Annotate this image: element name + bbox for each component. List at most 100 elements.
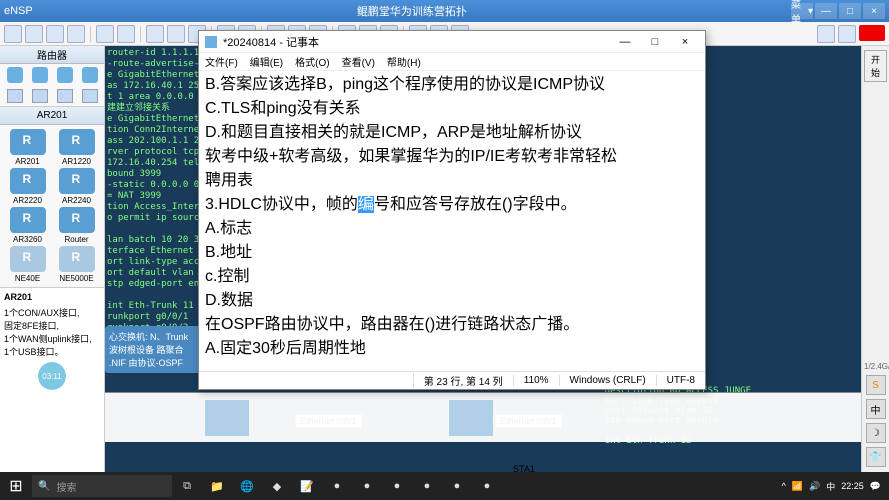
status-eol: Windows (CRLF) xyxy=(559,375,656,386)
device-sidebar: 路由器 AR201 AR201 AR1220 AR2220 AR2240 AR3… xyxy=(0,46,105,482)
desc-title: AR201 xyxy=(4,292,100,302)
status-position: 第 23 行, 第 14 列 xyxy=(413,373,513,388)
np-line: D.和题目直接相关的就是ICMP，ARP是地址解析协议 xyxy=(205,121,699,145)
tool-s-icon[interactable]: S xyxy=(866,375,886,395)
np-line: A.标志 xyxy=(205,217,699,241)
np-line: D.数据 xyxy=(205,289,699,313)
tool-moon-icon[interactable]: ☽ xyxy=(866,423,886,443)
status-zoom: 110% xyxy=(513,375,559,386)
category-cloud-icon[interactable] xyxy=(32,89,48,103)
device-note-box[interactable]: 心交换机: N、Trunk 波树根设备 路聚合 .NIF 由协议-OSPF xyxy=(105,326,201,373)
device-ar2220[interactable]: AR2220 xyxy=(4,168,51,205)
sidebar-section: AR201 xyxy=(0,107,104,125)
np-line: C.TLS和ping没有关系 xyxy=(205,97,699,121)
close-button[interactable]: × xyxy=(863,3,885,19)
menu-format[interactable]: 格式(O) xyxy=(295,54,329,69)
clock-widget: 03:11 xyxy=(38,362,66,390)
huawei-logo xyxy=(859,25,885,41)
toolbar-zoomout-icon[interactable] xyxy=(167,25,185,43)
category-firewall-icon[interactable] xyxy=(82,67,98,83)
selection: 编 xyxy=(358,196,374,213)
toolbar-help-icon[interactable] xyxy=(838,25,856,43)
menu-help[interactable]: 帮助(H) xyxy=(387,54,421,69)
np-line: c.控制 xyxy=(205,265,699,289)
notepad-menubar: 文件(F) 编辑(E) 格式(O) 查看(V) 帮助(H) xyxy=(199,53,705,71)
start-button[interactable]: ⊞ xyxy=(0,472,32,500)
maximize-button[interactable]: □ xyxy=(839,3,861,19)
device-ar201[interactable]: AR201 xyxy=(4,129,51,166)
toolbar-open-icon[interactable] xyxy=(25,25,43,43)
device-ne40e[interactable]: NE40E xyxy=(4,246,51,283)
menu-edit[interactable]: 编辑(E) xyxy=(250,54,283,69)
menu-button[interactable]: 菜单▾ xyxy=(791,3,813,19)
sidebar-header: 路由器 xyxy=(0,46,104,64)
task-app4-icon[interactable]: ● xyxy=(412,472,442,500)
toolbar-cloud-icon[interactable] xyxy=(817,25,835,43)
start-all-button[interactable]: 开始 xyxy=(864,50,887,82)
pc-device-2[interactable] xyxy=(449,400,493,436)
pc-device-1[interactable] xyxy=(205,400,249,436)
np-line: 在OSPF路由协议中，路由器在()进行链路状态广播。 xyxy=(205,313,699,337)
menu-file[interactable]: 文件(F) xyxy=(205,54,238,69)
tool-shirt-icon[interactable]: 👕 xyxy=(866,447,886,467)
taskbar-search[interactable]: 🔍 搜索 xyxy=(32,475,172,497)
task-notepad-icon[interactable]: 📝 xyxy=(292,472,322,500)
device-ar1220[interactable]: AR1220 xyxy=(53,129,100,166)
toolbar-redo-icon[interactable] xyxy=(117,25,135,43)
tray-network-icon[interactable]: 📶 xyxy=(792,481,803,492)
notepad-close[interactable]: × xyxy=(671,33,699,51)
device-ar3260[interactable]: AR3260 xyxy=(4,207,51,244)
tray-up-icon[interactable]: ^ xyxy=(782,481,786,491)
task-app5-icon[interactable]: ● xyxy=(442,472,472,500)
task-app6-icon[interactable]: ● xyxy=(472,472,502,500)
category-wlan-icon[interactable] xyxy=(57,67,73,83)
toolbar-new-icon[interactable] xyxy=(4,25,22,43)
np-line-highlighted: 3.HDLC协议中，帧的编号和应答号存放在()字段中。 xyxy=(205,193,699,217)
task-app3-icon[interactable]: ● xyxy=(382,472,412,500)
search-icon: 🔍 xyxy=(38,481,50,492)
category-link-icon[interactable] xyxy=(57,89,73,103)
toolbar-zoomin-icon[interactable] xyxy=(146,25,164,43)
task-ensp-icon[interactable]: ◆ xyxy=(262,472,292,500)
task-view-icon[interactable]: ⧉ xyxy=(172,472,202,500)
np-line: 聘用表 xyxy=(205,169,699,193)
notepad-maximize[interactable]: □ xyxy=(641,33,669,51)
np-line: A.固定30秒后周期性地 xyxy=(205,337,699,361)
notepad-minimize[interactable]: — xyxy=(611,33,639,51)
tool-cn-icon[interactable]: 中 xyxy=(866,399,886,419)
tray-ime-icon[interactable]: 中 xyxy=(826,480,835,493)
category-other-icon[interactable] xyxy=(82,89,98,103)
tray-volume-icon[interactable]: 🔊 xyxy=(809,481,820,492)
category-switch-icon[interactable] xyxy=(32,67,48,83)
menu-view[interactable]: 查看(V) xyxy=(342,54,375,69)
notepad-statusbar: 第 23 行, 第 14 列 110% Windows (CRLF) UTF-8 xyxy=(199,371,705,389)
task-explorer-icon[interactable]: 📁 xyxy=(202,472,232,500)
notepad-title: *20240814 - 记事本 xyxy=(223,34,611,50)
np-line: B.地址 xyxy=(205,241,699,265)
toolbar-undo-icon[interactable] xyxy=(96,25,114,43)
tray-notifications-icon[interactable]: 💬 xyxy=(870,481,881,492)
notepad-window: *20240814 - 记事本 — □ × 文件(F) 编辑(E) 格式(O) … xyxy=(198,30,706,390)
rate-label: 1/2.4G/600Mbps xyxy=(864,362,887,371)
toolbar-save-icon[interactable] xyxy=(46,25,64,43)
category-router-icon[interactable] xyxy=(7,67,23,83)
task-app1-icon[interactable]: ● xyxy=(322,472,352,500)
task-edge-icon[interactable]: 🌐 xyxy=(232,472,262,500)
ensp-titlebar: eNSP 鲲鹏堂华为训练营拓扑 菜单▾ — □ × xyxy=(0,0,889,22)
device-router[interactable]: Router xyxy=(53,207,100,244)
tray-time[interactable]: 22:25 xyxy=(841,481,864,491)
minimize-button[interactable]: — xyxy=(815,3,837,19)
system-tray[interactable]: ^ 📶 🔊 中 22:25 💬 xyxy=(782,480,889,493)
category-pc-icon[interactable] xyxy=(7,89,23,103)
np-line: B.答案应该选择B，ping这个程序使用的协议是ICMP协议 xyxy=(205,73,699,97)
notepad-titlebar[interactable]: *20240814 - 记事本 — □ × xyxy=(199,31,705,53)
device-ne5000e[interactable]: NE5000E xyxy=(53,246,100,283)
right-toolbar: 开始 1/2.4G/600Mbps S 中 ☽ 👕 xyxy=(861,46,889,482)
ensp-title: 鲲鹏堂华为训练营拓扑 xyxy=(33,3,791,19)
desc-body: 1个CON/AUX接口, 固定8FE接口, 1个WAN侧uplink接口, 1个… xyxy=(4,306,100,358)
device-ar2240[interactable]: AR2240 xyxy=(53,168,100,205)
toolbar-print-icon[interactable] xyxy=(67,25,85,43)
task-app2-icon[interactable]: ● xyxy=(352,472,382,500)
status-encoding: UTF-8 xyxy=(656,375,705,386)
notepad-content[interactable]: B.答案应该选择B，ping这个程序使用的协议是ICMP协议 C.TLS和pin… xyxy=(199,71,705,371)
